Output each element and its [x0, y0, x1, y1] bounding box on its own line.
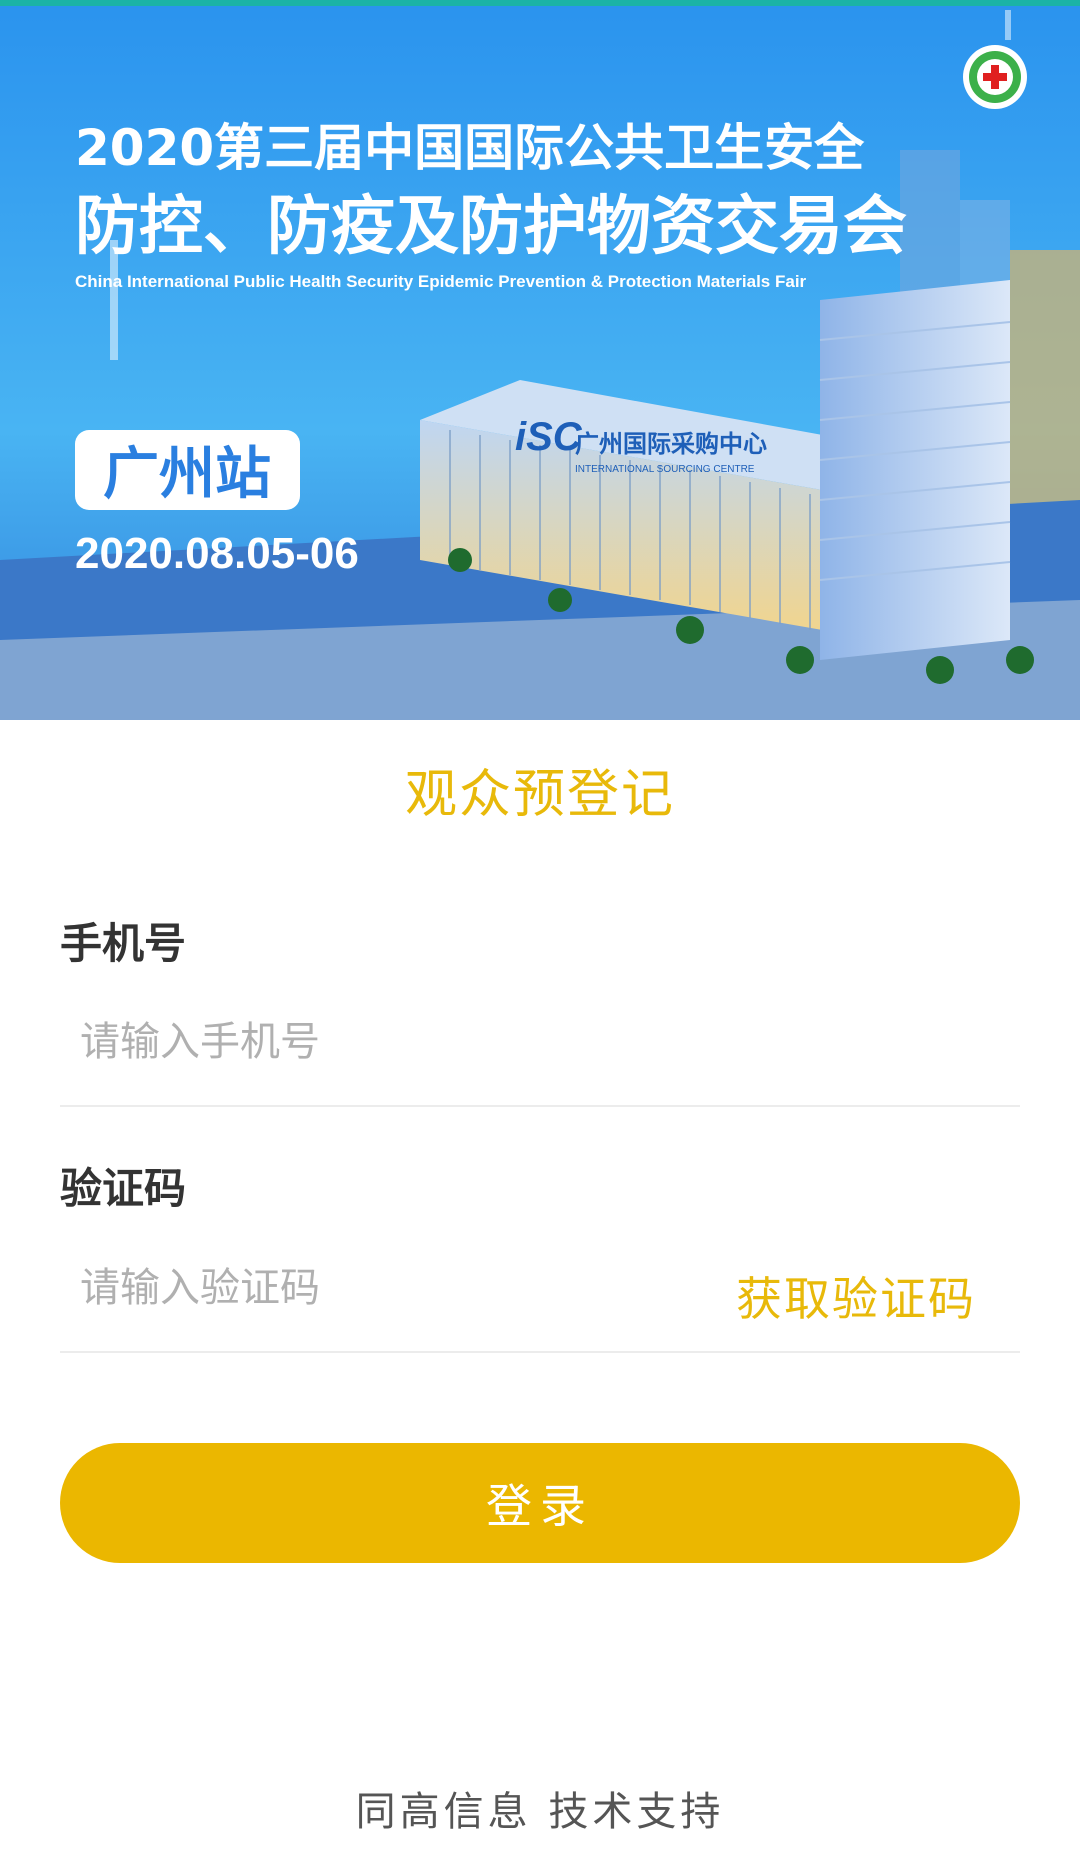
banner-title-line1: 2020第三届中国国际公共卫生安全: [75, 119, 865, 177]
phone-input[interactable]: [60, 1002, 1020, 1082]
event-banner: 2020第三届中国国际公共卫生安全 防控、防疫及防护物资交易会 China In…: [0, 0, 1080, 720]
code-input[interactable]: [60, 1248, 700, 1328]
venue-name: 广州国际采购中心: [575, 430, 767, 458]
station-label: 广州站: [103, 442, 271, 507]
code-divider: [60, 1351, 1020, 1353]
login-button[interactable]: 登录: [60, 1443, 1020, 1563]
get-code-button[interactable]: 获取验证码: [736, 1263, 976, 1329]
phone-label: 手机号: [60, 919, 187, 968]
venue-logo: iSC: [515, 415, 583, 459]
banner-title-en: China International Public Health Securi…: [75, 272, 807, 291]
phone-divider: [60, 1105, 1020, 1107]
banner-artwork: 2020第三届中国国际公共卫生安全 防控、防疫及防护物资交易会 China In…: [0, 0, 1080, 720]
page-title: 观众预登记: [404, 765, 675, 825]
event-date: 2020.08.05-06: [75, 529, 359, 578]
organizer-logo: [963, 45, 1027, 109]
top-accent-line: [0, 0, 1080, 6]
venue-name-en: INTERNATIONAL SOURCING CENTRE: [575, 464, 755, 475]
footer-credit: 同高信息 技术支持: [355, 1789, 725, 1835]
code-label: 验证码: [60, 1164, 187, 1213]
banner-title-line2: 防控、防疫及防护物资交易会: [75, 190, 907, 264]
